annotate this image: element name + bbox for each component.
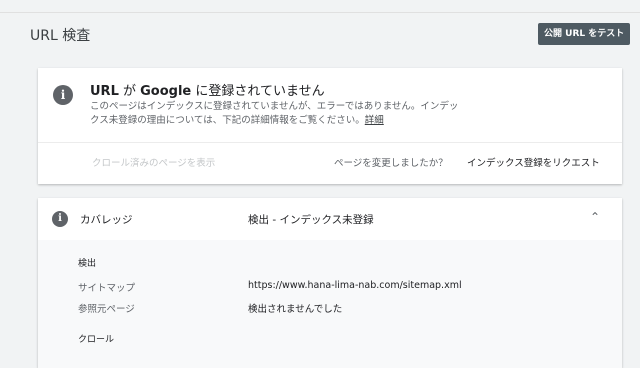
row-label-sitemap: サイトマップ	[78, 283, 136, 294]
request-indexing-button[interactable]: インデックス登録をリクエスト	[467, 155, 600, 169]
status-title-url: URL	[90, 84, 119, 99]
status-description: このページはインデックスに登録されていませんが、エラーではありません。インデック…	[90, 100, 465, 128]
test-live-url-button[interactable]: 公開 URL をテスト	[538, 23, 631, 45]
section-heading-discovery: 検出	[78, 259, 97, 269]
divider	[38, 142, 622, 143]
status-title-connector: が	[118, 84, 141, 99]
top-bar	[0, 0, 640, 13]
chevron-up-icon[interactable]: ⌃	[590, 210, 600, 224]
index-status-card: i URL が Google に登録されていません このページはインデックスに登…	[38, 68, 622, 184]
row-value-referring-page: 検出されませんでした	[248, 304, 343, 315]
page-changed-text: ページを変更しましたか？	[334, 158, 448, 169]
status-title: URL が Google に登録されていません	[90, 80, 325, 99]
section-heading-crawl: クロール	[78, 335, 115, 345]
details-link[interactable]: 詳細	[365, 115, 384, 126]
coverage-header[interactable]: i カバレッジ 検出 - インデックス未登録 ⌃	[38, 198, 622, 240]
status-title-suffix: に登録されていません	[191, 84, 325, 99]
page-header: URL 検査 公開 URL をテスト	[0, 13, 640, 57]
coverage-status: 検出 - インデックス未登録	[248, 214, 374, 226]
row-label-referring-page: 参照元ページ	[78, 304, 135, 315]
status-title-brand: Google	[140, 84, 192, 99]
coverage-label: カバレッジ	[80, 214, 133, 226]
view-crawled-page-button[interactable]: クロール済みのページを表示	[92, 155, 215, 169]
row-value-sitemap: https://www.hana-lima-nab.com/sitemap.xm…	[248, 280, 462, 291]
info-icon: i	[53, 85, 73, 105]
info-icon: i	[52, 211, 68, 227]
coverage-card: i カバレッジ 検出 - インデックス未登録 ⌃ 検出 サイトマップ https…	[38, 198, 622, 368]
status-description-text: このページはインデックスに登録されていませんが、エラーではありません。インデック…	[90, 101, 459, 126]
page-title: URL 検査	[30, 28, 91, 44]
